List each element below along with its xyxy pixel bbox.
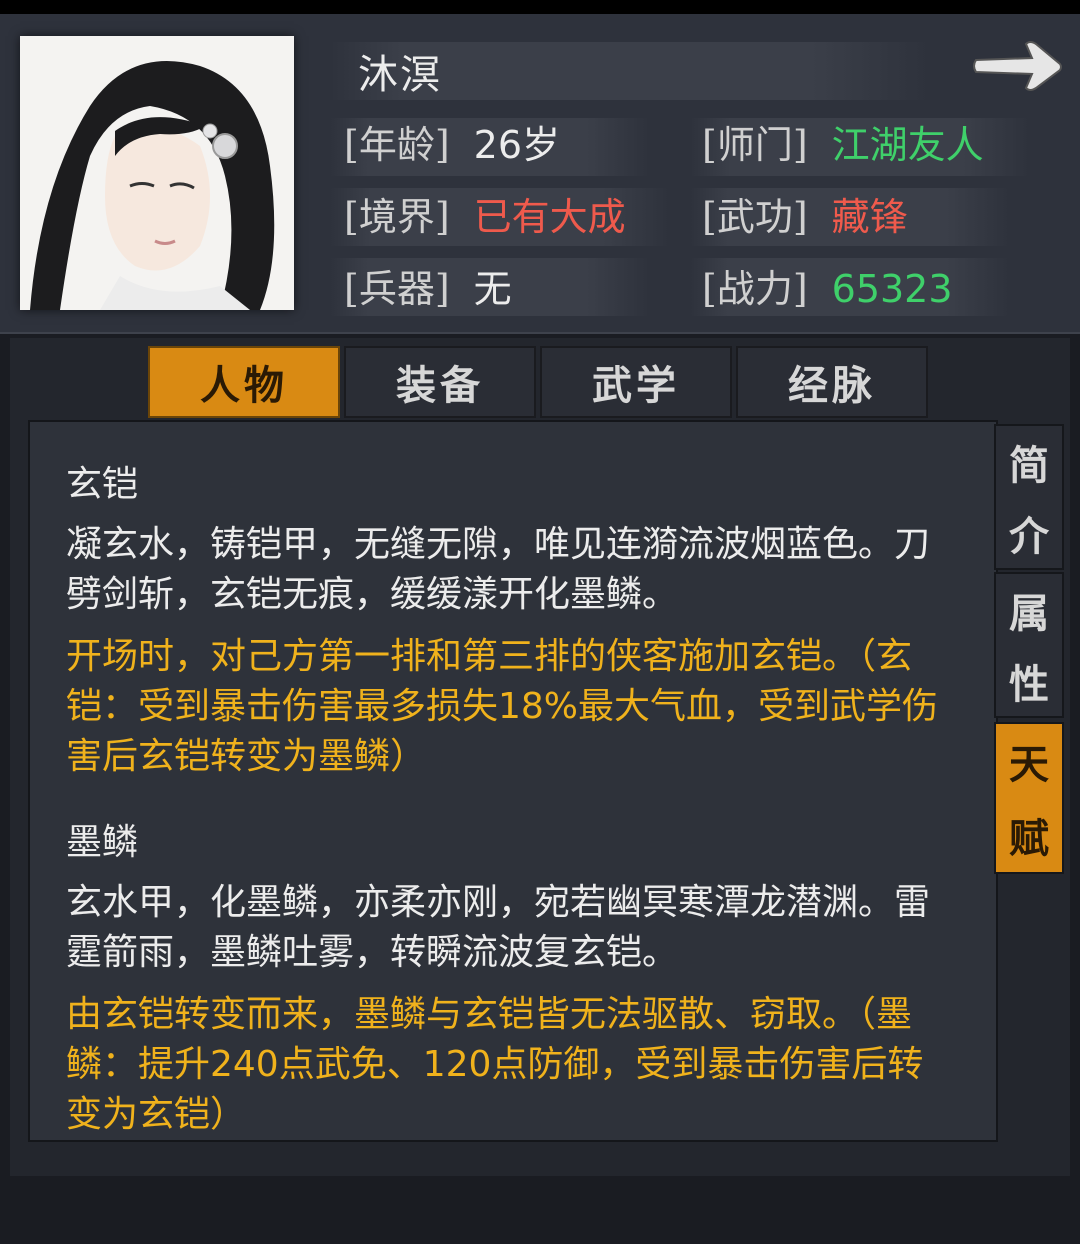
weapon-row: [兵器] 无 [344,258,512,313]
talent-effect: 由玄铠转变而来，墨鳞与玄铠皆无法驱散、窃取。（墨鳞：提升240点武免、120点防… [66,994,924,1135]
side-tab-char: 性 [1009,660,1049,708]
main-tabs: 人物 装备 武学 经脉 [148,346,932,418]
tab-martial-arts[interactable]: 武学 [540,346,732,418]
status-bar [0,0,1080,14]
martial-row: [武功] 藏锋 [702,186,908,241]
age-value: 26岁 [473,123,561,167]
talent-title: 墨鳞 [66,822,139,863]
realm-label: [境界] [344,195,450,239]
talent-effect: 开场时，对己方第一排和第三排的侠客施加玄铠。（玄铠：受到暴击伤害最多损失18%最… [66,636,939,777]
side-tab-char: 属 [1009,589,1049,637]
side-tab-char: 赋 [1009,815,1049,862]
side-tab-char: 天 [1009,741,1049,788]
side-tab-talent[interactable]: 天 赋 [994,722,1064,874]
tab-equipment[interactable]: 装备 [344,346,536,418]
talent-title: 玄铠 [66,464,139,505]
side-tab-char: 介 [1009,512,1049,560]
weapon-label: [兵器] [344,267,450,311]
character-name: 沐溟 [358,52,442,98]
side-tab-char: 简 [1009,441,1049,489]
martial-value: 藏锋 [831,195,908,239]
talent-content[interactable]: 玄铠 凝玄水，铸铠甲，无缝无隙，唯见连漪流波烟蓝色。刀劈剑斩，玄铠无痕，缓缓漾开… [28,420,998,1142]
sect-value: 江湖友人 [831,123,984,167]
side-tab-intro[interactable]: 简 介 [994,424,1064,570]
age-row: [年龄] 26岁 [344,114,560,169]
power-label: [战力] [702,267,808,311]
character-portrait [20,36,294,310]
talent-description: 玄水甲，化墨鳞，亦柔亦刚，宛若幽冥寒潭龙潜渊。雷霆箭雨，墨鳞吐雾，转瞬流波复玄铠… [66,882,931,973]
sect-row: [师门] 江湖友人 [702,114,984,169]
weapon-value: 无 [473,267,512,311]
tab-meridians[interactable]: 经脉 [736,346,928,418]
talent-description: 凝玄水，铸铠甲，无缝无隙，唯见连漪流波烟蓝色。刀劈剑斩，玄铠无痕，缓缓漾开化墨鳞… [66,524,931,615]
martial-label: [武功] [702,195,808,239]
realm-value: 已有大成 [473,195,626,239]
side-tab-attributes[interactable]: 属 性 [994,572,1064,718]
arrow-right-icon[interactable] [970,36,1066,96]
age-label: [年龄] [344,123,450,167]
power-row: [战力] 65323 [702,258,953,313]
realm-row: [境界] 已有大成 [344,186,626,241]
tab-character[interactable]: 人物 [148,346,340,418]
sect-label: [师门] [702,123,808,167]
power-value: 65323 [831,267,953,311]
